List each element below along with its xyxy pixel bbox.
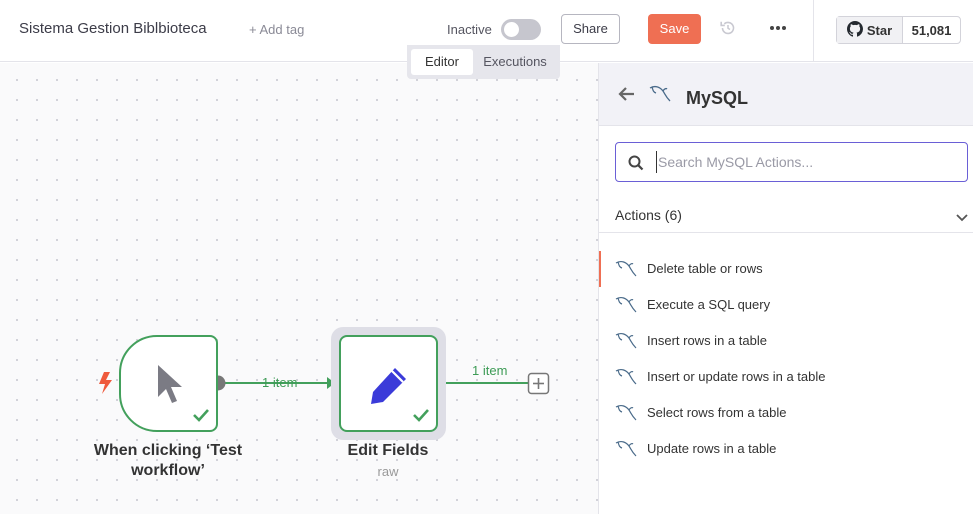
action-item-update[interactable]: Update rows in a table	[599, 431, 973, 467]
chevron-down-icon[interactable]	[956, 209, 968, 227]
connection-item-count: 1 item	[472, 363, 508, 378]
github-star-button[interactable]: Star 51,081	[836, 16, 961, 44]
trigger-node-title-line: workflow’	[131, 462, 205, 479]
action-item-delete[interactable]: Delete table or rows	[599, 251, 973, 287]
action-item-upsert[interactable]: Insert or update rows in a table	[599, 359, 973, 395]
action-item-label: Insert rows in a table	[647, 333, 767, 348]
panel-title: MySQL	[686, 88, 749, 108]
more-options-icon[interactable]	[768, 20, 788, 36]
connection-item-count: 1 item	[262, 375, 298, 390]
github-icon	[846, 20, 863, 40]
github-star[interactable]: Star	[837, 17, 903, 43]
search-icon	[628, 155, 644, 176]
trigger-node-title-line: When clicking ‘Test	[93, 442, 243, 459]
mysql-icon	[614, 366, 638, 388]
history-icon[interactable]	[718, 18, 738, 38]
github-star-count[interactable]: 51,081	[903, 17, 960, 43]
tab-editor[interactable]: Editor	[411, 49, 473, 75]
mysql-icon	[614, 330, 638, 352]
action-item-label: Update rows in a table	[647, 441, 777, 456]
actions-list: Delete table or rows Execute a SQL query…	[599, 251, 973, 467]
canvas-tabs: Editor Executions	[407, 45, 560, 79]
add-node-icon	[527, 372, 550, 395]
trigger-bolt-icon	[99, 372, 112, 394]
github-star-label: Star	[866, 22, 893, 38]
header-divider	[813, 0, 814, 62]
action-item-execute-query[interactable]: Execute a SQL query	[599, 287, 973, 323]
actions-section-title: Actions (6)	[615, 207, 682, 223]
mysql-icon	[614, 294, 638, 316]
panel-header: MySQL	[599, 63, 973, 126]
trigger-node[interactable]	[119, 335, 218, 432]
node-creator-panel: MySQL Actions (6) Delete table or rows E…	[598, 63, 973, 514]
cursor-icon	[154, 363, 186, 410]
pencil-icon	[368, 364, 410, 411]
trigger-node-title: When clicking ‘Test workflow’	[78, 441, 258, 481]
edit-fields-node[interactable]	[339, 335, 438, 432]
success-check-icon	[412, 408, 430, 427]
tab-executions[interactable]: Executions	[475, 49, 555, 75]
mysql-icon	[614, 402, 638, 424]
action-item-insert[interactable]: Insert rows in a table	[599, 323, 973, 359]
success-check-icon	[192, 408, 210, 427]
action-item-select[interactable]: Select rows from a table	[599, 395, 973, 431]
mysql-icon	[614, 438, 638, 460]
action-item-label: Execute a SQL query	[647, 297, 771, 312]
action-item-label: Insert or update rows in a table	[647, 369, 826, 384]
mysql-icon	[614, 258, 638, 280]
back-arrow-icon[interactable]	[618, 86, 636, 107]
search-input[interactable]	[656, 151, 956, 173]
save-button[interactable]: Save	[648, 14, 701, 44]
search-box[interactable]	[615, 142, 968, 182]
edit-fields-node-title: Edit Fields	[347, 442, 429, 459]
edit-fields-node-subtitle: raw	[377, 464, 399, 479]
actions-section-header[interactable]: Actions (6)	[599, 195, 973, 233]
mysql-icon	[648, 83, 672, 110]
action-item-label: Delete table or rows	[647, 261, 763, 276]
action-item-label: Select rows from a table	[647, 405, 787, 420]
